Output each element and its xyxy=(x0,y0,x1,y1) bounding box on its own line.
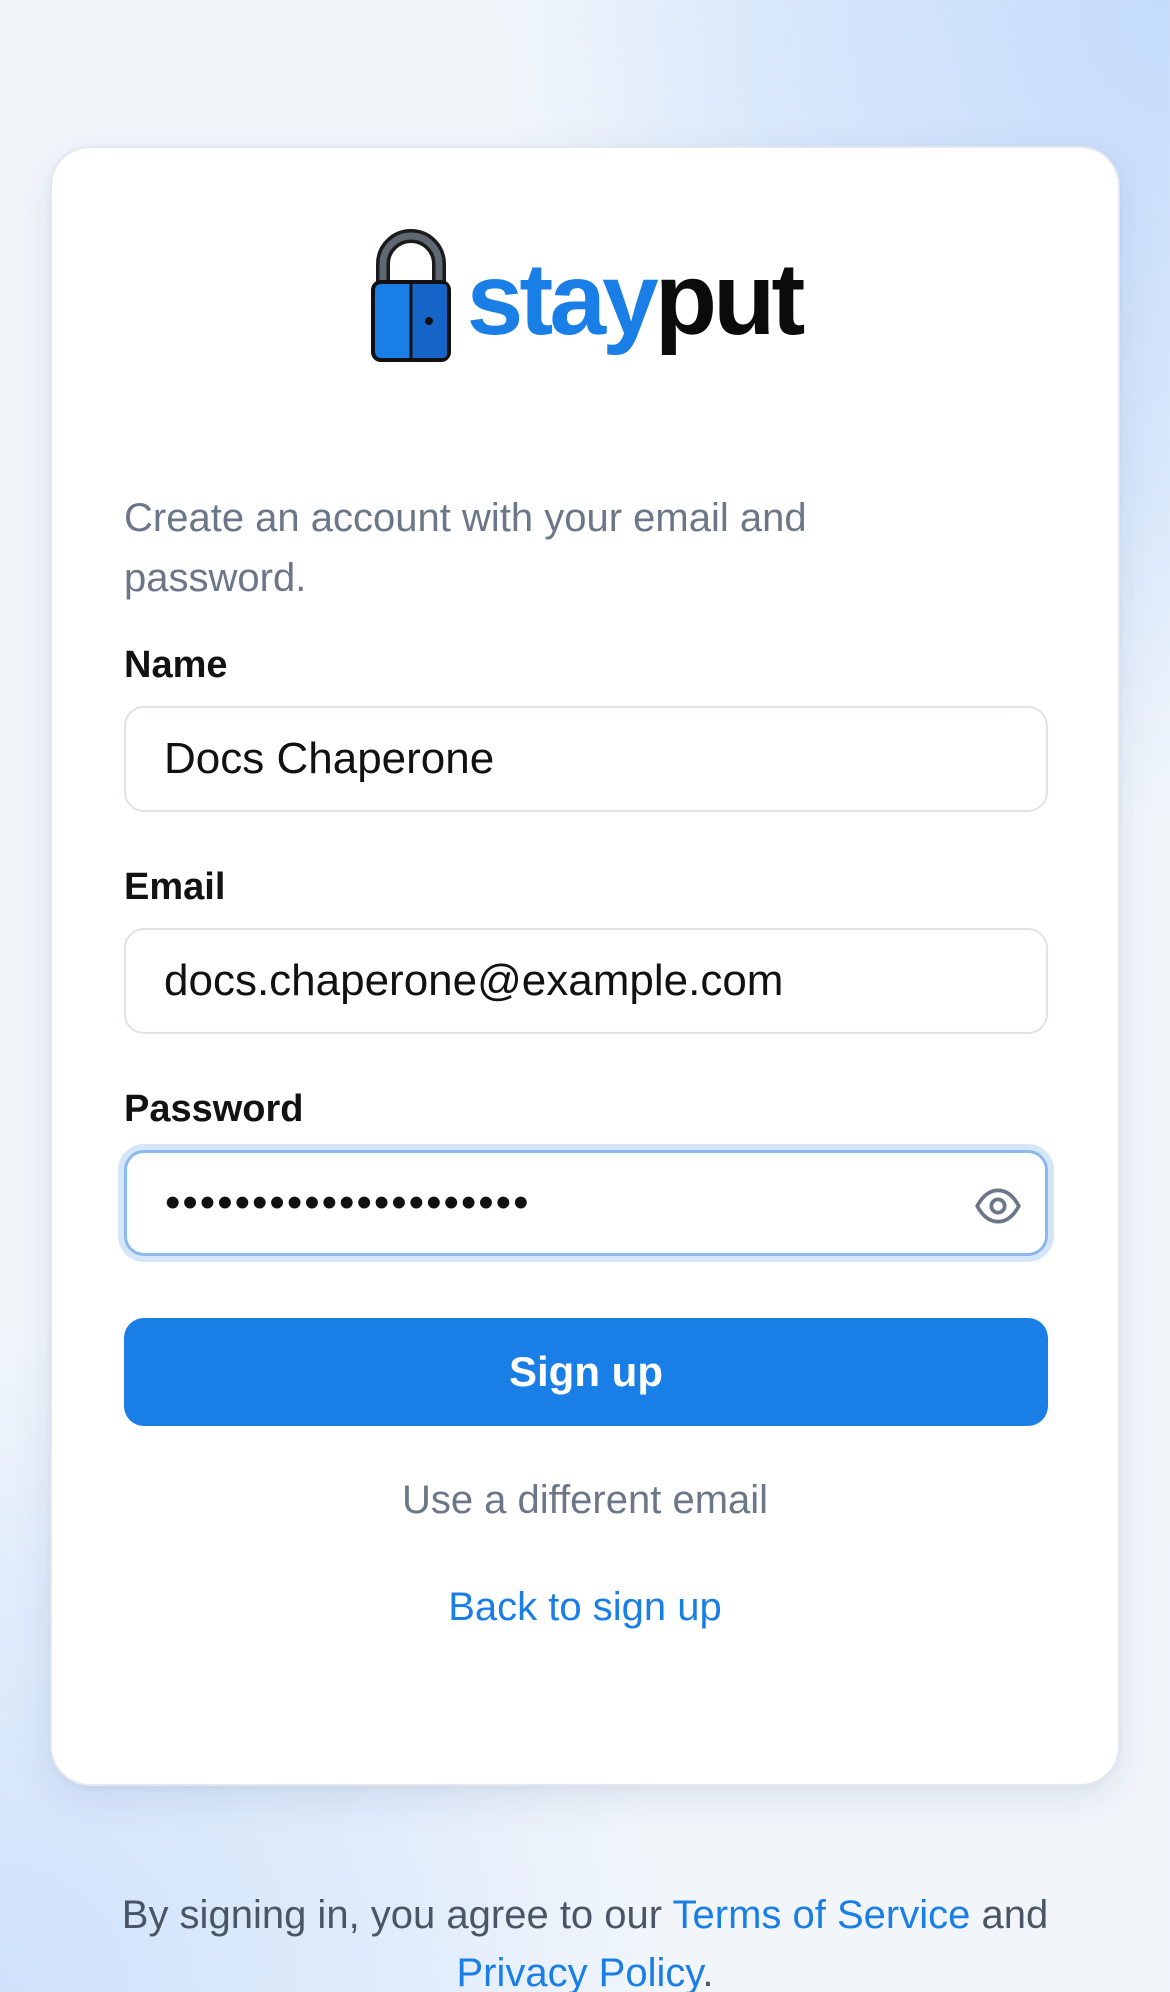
footer-suffix: . xyxy=(702,1951,714,1992)
brand-wordmark-stay: stay xyxy=(466,242,659,356)
back-to-sign-up-link[interactable]: Back to sign up xyxy=(52,1585,1118,1630)
eye-icon[interactable] xyxy=(973,1181,1023,1231)
name-field-value: Docs Chaperone xyxy=(164,734,495,783)
use-different-email-link[interactable]: Use a different email xyxy=(52,1478,1118,1523)
name-field[interactable]: Docs Chaperone xyxy=(124,706,1048,812)
footer-prefix: By signing in, you agree to our xyxy=(121,1893,673,1937)
footer-middle: and xyxy=(970,1893,1049,1937)
intro-text: Create an account with your email and pa… xyxy=(124,496,807,600)
password-label: Password xyxy=(124,1088,304,1130)
legal-footer: By signing in, you agree to our Terms of… xyxy=(40,1886,1130,1992)
password-field-value: ••••••••••••••••••••• xyxy=(165,1178,531,1227)
signup-card: stayput Create an account with your emai… xyxy=(50,146,1120,1786)
padlock-icon xyxy=(370,229,451,362)
sign-up-button[interactable]: Sign up xyxy=(124,1318,1048,1426)
brand-wordmark-put: put xyxy=(654,242,806,356)
terms-of-service-link[interactable]: Terms of Service xyxy=(673,1893,971,1937)
brand-wordmark: stayput xyxy=(467,248,806,350)
password-field[interactable]: ••••••••••••••••••••• xyxy=(124,1150,1048,1256)
email-label: Email xyxy=(124,866,226,908)
email-field[interactable]: docs.chaperone@example.com xyxy=(124,928,1048,1034)
brand-logo: stayput xyxy=(52,224,1118,364)
name-label: Name xyxy=(124,644,228,686)
email-field-value: docs.chaperone@example.com xyxy=(164,956,784,1005)
privacy-policy-link[interactable]: Privacy Policy xyxy=(456,1951,702,1992)
